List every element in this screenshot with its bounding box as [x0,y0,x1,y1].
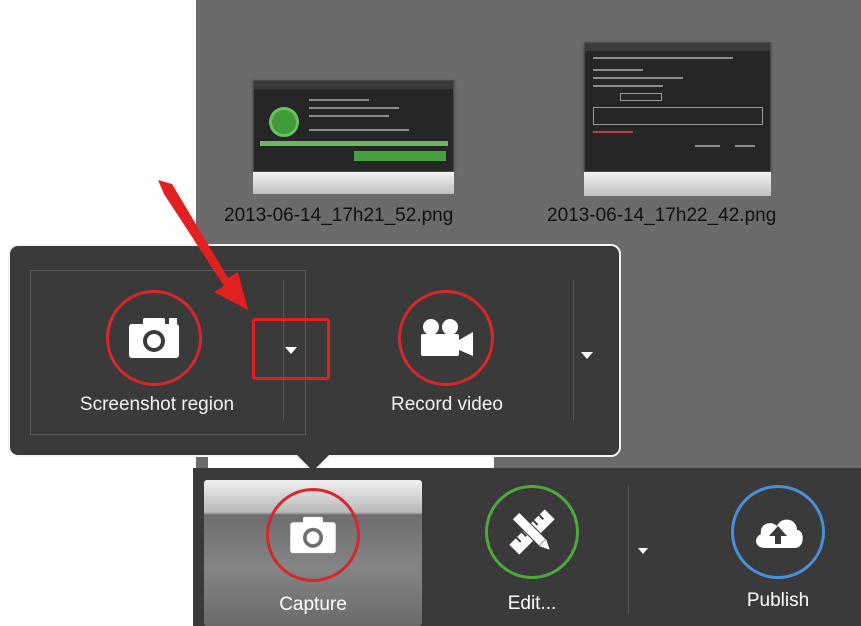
thumbnail-logo [269,107,299,137]
record-video-label[interactable]: Record video [350,394,544,416]
red-arrow-annotation [158,180,248,310]
record-video-icon [398,290,494,386]
camera-icon [290,516,336,554]
thumbnail-1[interactable] [253,80,454,196]
camera-icon [129,318,179,358]
record-dropdown-button[interactable] [573,340,601,370]
thumbnail-2[interactable] [584,42,771,196]
thumbnail-titlebar [585,43,770,51]
publish-button[interactable]: Publish [726,590,830,612]
triangle-down-icon [638,548,648,554]
edit-button[interactable]: Edit... [480,593,584,615]
publish-icon [731,485,825,579]
thumbnail-2-filename[interactable]: 2013-06-14_17h22_42.png [547,205,776,227]
edit-icon [485,485,579,579]
screenshot-region-label: Screenshot region [79,394,235,415]
thumbnail-titlebar [254,81,453,89]
triangle-down-icon [581,351,593,359]
capture-icon [266,488,360,582]
capture-label: Capture [279,594,347,615]
edit-tools-icon [509,509,555,555]
video-camera-icon [421,319,473,356]
edit-dropdown-button[interactable] [630,538,656,564]
dropdown-highlight-annotation [252,318,330,380]
cloud-upload-icon [756,519,803,548]
